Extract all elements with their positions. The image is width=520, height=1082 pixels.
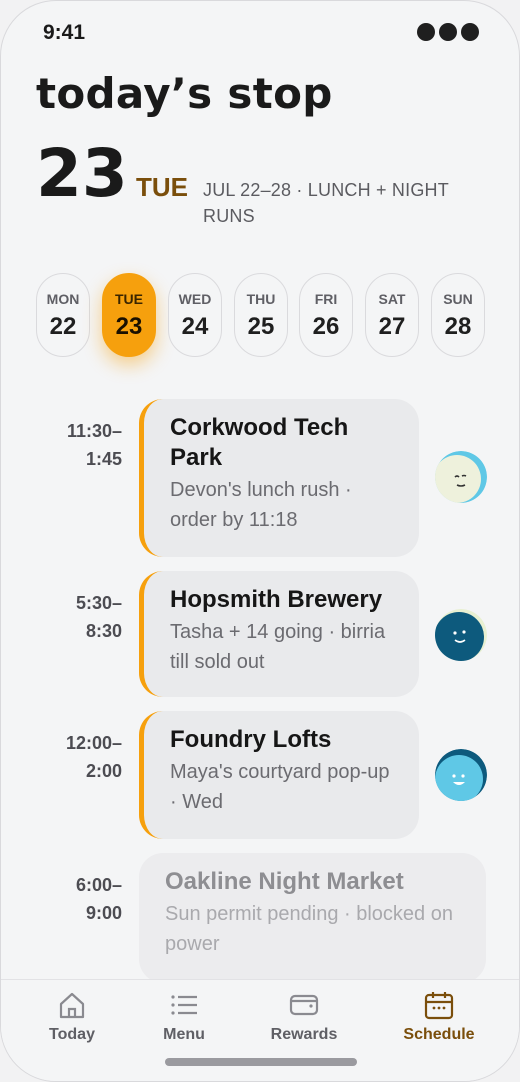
- stop-time-end: 9:00: [85, 903, 122, 923]
- avatar: [435, 749, 487, 801]
- day-chip-label: THU: [246, 291, 276, 307]
- stop-time-end: 8:30: [85, 621, 122, 641]
- day-chip-tue[interactable]: TUE 23: [102, 273, 156, 357]
- stop-time-end: 1:45: [85, 449, 122, 469]
- status-time: 9:41: [43, 21, 86, 44]
- day-chip-number: 24: [181, 313, 209, 340]
- stop-time: 6:00– 9:00: [56, 871, 122, 927]
- stop-detail: Tasha + 14 going · birria till sold out: [170, 621, 386, 673]
- day-chip-number: 28: [444, 313, 472, 340]
- stop-detail: Sun permit pending · blocked on power: [165, 903, 453, 955]
- day-chip-label: MON: [46, 291, 80, 307]
- selected-day-number: 23: [36, 135, 128, 212]
- stop-time-start: 11:30–: [66, 421, 122, 441]
- tab-label: Menu: [163, 1026, 205, 1043]
- stop-time: 5:30– 8:30: [56, 589, 122, 645]
- day-chip-number: 25: [247, 313, 275, 340]
- stop-detail: Devon's lunch rush · order by 11:18: [170, 479, 352, 531]
- stop-name: Foundry Lofts: [170, 726, 332, 753]
- stop-card[interactable]: Foundry Lofts Maya's courtyard pop-up · …: [139, 711, 419, 839]
- stop-card[interactable]: Corkwood Tech Park Devon's lunch rush · …: [139, 399, 419, 557]
- home-icon: [59, 992, 85, 1019]
- stop-time-start: 12:00–: [65, 733, 122, 753]
- tab-label: Today: [49, 1026, 95, 1043]
- day-chip-label: FRI: [314, 291, 338, 307]
- stop-time-end: 2:00: [85, 761, 122, 781]
- day-chip-label: WED: [178, 291, 212, 307]
- selected-day-of-week: TUE: [136, 172, 188, 202]
- tab-label: Rewards: [270, 1026, 338, 1043]
- avatar: [435, 451, 487, 503]
- day-chip-fri[interactable]: FRI 26: [299, 273, 353, 357]
- stop-card-pending[interactable]: Oakline Night Market Sun permit pending …: [139, 853, 486, 983]
- stop-name: Oakline Night Market: [165, 868, 404, 895]
- menu-list-icon: [171, 995, 197, 1015]
- stop-time-start: 5:30–: [75, 593, 122, 613]
- day-chip-number: 26: [312, 313, 340, 340]
- day-chip-number: 22: [49, 313, 77, 340]
- avatar: [435, 609, 487, 661]
- stop-time: 12:00– 2:00: [56, 729, 122, 785]
- stop-name: Hopsmith Brewery: [170, 586, 383, 613]
- wallet-icon: [289, 994, 319, 1016]
- day-chip-label: SAT: [378, 291, 406, 307]
- day-chip-sat[interactable]: SAT 27: [365, 273, 419, 357]
- tab-menu[interactable]: Menu: [153, 990, 215, 1044]
- day-chip-mon[interactable]: MON 22: [36, 273, 90, 357]
- more-icon[interactable]: [417, 23, 479, 41]
- tab-schedule[interactable]: Schedule: [399, 990, 479, 1044]
- home-indicator[interactable]: [165, 1058, 357, 1066]
- page-title: today’s stop: [36, 69, 333, 118]
- day-chip-wed[interactable]: WED 24: [168, 273, 222, 357]
- stop-card[interactable]: Hopsmith Brewery Tasha + 14 going · birr…: [139, 571, 419, 697]
- day-chip-sun[interactable]: SUN 28: [431, 273, 485, 357]
- day-chip-label: TUE: [115, 291, 143, 307]
- day-chip-number: 27: [378, 313, 406, 340]
- stop-detail: Maya's courtyard pop-up · Wed: [170, 761, 390, 813]
- tab-today[interactable]: Today: [41, 990, 103, 1044]
- week-range-info: JUL 22–28 · LUNCH + NIGHT RUNS: [203, 180, 449, 226]
- tab-label: Schedule: [403, 1026, 475, 1043]
- phone-frame: 9:41 today’s stop 23 TUE JUL 22–28 · LUN…: [0, 0, 520, 1082]
- calendar-icon: [424, 992, 454, 1020]
- stop-name: Corkwood Tech Park: [170, 414, 349, 471]
- tab-bar: Today Menu Rewards Schedule: [1, 979, 519, 1081]
- day-chip-thu[interactable]: THU 25: [234, 273, 288, 357]
- day-chip-label: SUN: [443, 291, 473, 307]
- day-chip-number: 23: [115, 313, 143, 340]
- stop-time: 11:30– 1:45: [56, 417, 122, 473]
- tab-rewards[interactable]: Rewards: [267, 990, 341, 1044]
- stop-time-start: 6:00–: [75, 875, 122, 895]
